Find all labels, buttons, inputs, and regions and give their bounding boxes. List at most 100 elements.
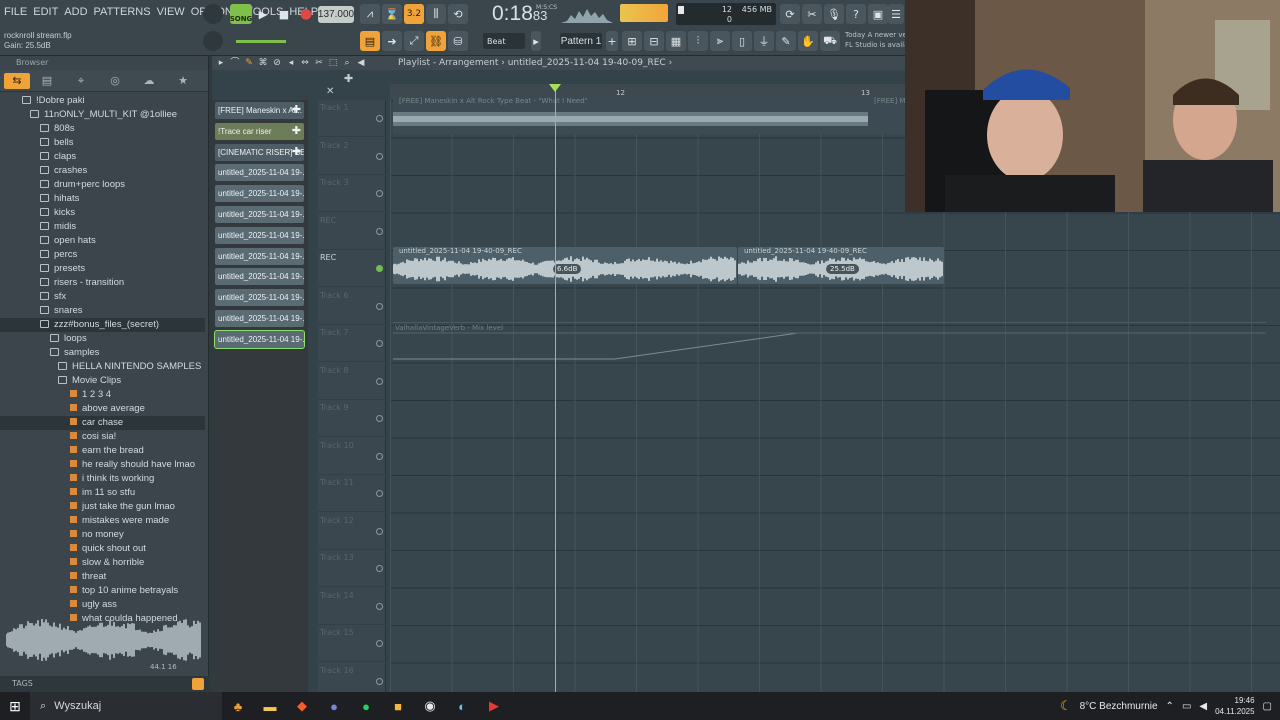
channel-rack-button[interactable]: ▦ xyxy=(666,31,686,51)
browser-file[interactable]: cosi sia! xyxy=(0,430,205,444)
play-button[interactable]: ▶ xyxy=(253,4,273,24)
edison-button[interactable]: ✎ xyxy=(776,31,796,51)
stop-button[interactable]: ■ xyxy=(274,4,294,24)
track-mute-icon[interactable] xyxy=(376,677,383,685)
pattern-item[interactable]: untitled_2025-11-04 19-... xyxy=(214,329,305,349)
pattern-item[interactable]: untitled_2025-11-04 19-... xyxy=(215,268,304,286)
pattern-item[interactable]: untitled_2025-11-04 19-... xyxy=(215,310,304,327)
step-edit-button[interactable]: 3.2 xyxy=(404,4,424,24)
pattern-item[interactable]: untitled_2025-11-04 19-... xyxy=(215,185,304,203)
track-header[interactable]: Track 9 xyxy=(318,400,386,437)
track-mute-icon[interactable] xyxy=(376,565,383,572)
browser-folder[interactable]: loops xyxy=(0,332,205,346)
track-mute-icon[interactable] xyxy=(376,302,383,310)
browser-folder[interactable]: claps xyxy=(0,150,205,164)
pattern-item[interactable]: untitled_2025-11-04 19-... xyxy=(215,289,304,307)
browser-folder[interactable]: percs xyxy=(0,248,205,262)
track-mute-icon[interactable] xyxy=(376,602,383,610)
browser-folder[interactable]: sfx xyxy=(0,290,205,304)
browser-file[interactable]: just take the gun lmao xyxy=(0,500,205,514)
pattern-item[interactable]: [FREE] Maneskin x Al... ✚ xyxy=(215,102,304,119)
stamp-button[interactable]: ⛁ xyxy=(448,31,468,51)
arrow-right-button[interactable]: ➜ xyxy=(382,31,402,51)
playlist-window-button[interactable]: ⊞ xyxy=(622,31,642,51)
menu-view[interactable]: VIEW xyxy=(157,6,185,22)
steam-icon[interactable]: ◐ xyxy=(446,692,478,720)
menu-file[interactable]: FILE xyxy=(4,6,27,22)
select-icon[interactable]: ⬚ xyxy=(328,56,338,70)
slice-icon[interactable]: ✂ xyxy=(314,56,324,70)
browser-folder[interactable]: crashes xyxy=(0,164,205,178)
browser-folder[interactable]: !Dobre paki xyxy=(0,94,205,108)
browser-folder[interactable]: snares xyxy=(0,304,205,318)
menu-edit[interactable]: EDIT xyxy=(33,6,58,22)
add-pattern-icon[interactable]: ✚ xyxy=(292,144,301,161)
taskbar-search-input[interactable]: ⌕ Wyszukaj xyxy=(30,692,222,720)
browser-all-tab[interactable]: ⇆ xyxy=(4,72,30,89)
volume-slider[interactable] xyxy=(236,40,286,43)
browser-folder[interactable]: kicks xyxy=(0,206,205,220)
wait-input-button[interactable]: ⌛ xyxy=(382,4,402,24)
pattern-selector[interactable]: Pattern 1 xyxy=(560,33,602,49)
weather-text[interactable]: 8°C Bezchmurnie xyxy=(1080,701,1158,712)
search-icon[interactable] xyxy=(192,678,204,690)
browser-file[interactable]: slow & horrible xyxy=(0,556,205,570)
browser-file[interactable]: threat xyxy=(0,570,205,584)
pattern-item[interactable]: [CINEMATIC RISER] SE... ✚ xyxy=(215,143,304,161)
browser-folder[interactable]: bells xyxy=(0,136,205,150)
pattern-add-button[interactable]: + xyxy=(606,31,618,51)
browser-folder[interactable]: presets xyxy=(0,262,205,276)
browser-file[interactable]: mistakes were made xyxy=(0,514,205,528)
master-pitch-knob[interactable] xyxy=(203,4,223,24)
master-volume-knob[interactable] xyxy=(203,31,223,51)
browser-plugins-icon[interactable]: ⌖ xyxy=(64,74,98,88)
spotify-icon[interactable]: ● xyxy=(350,692,382,720)
track-header[interactable]: Track 11 xyxy=(318,475,386,512)
track-header[interactable]: Track 15 xyxy=(318,625,386,662)
brush-icon[interactable]: ⌘ xyxy=(258,56,268,70)
discord-icon[interactable]: ● xyxy=(318,692,350,720)
track-header[interactable]: Track 7 xyxy=(318,325,386,362)
pattern-item[interactable]: !Trace car riser ✚ xyxy=(215,122,304,140)
cut-tool-button[interactable]: ⤢ xyxy=(404,31,424,51)
arrow-icon[interactable]: ▸ xyxy=(216,56,226,70)
track-header[interactable]: Track 8 xyxy=(318,363,386,400)
panel-icon[interactable]: ☰ xyxy=(888,4,904,24)
pattern-item[interactable]: untitled_2025-11-04 19-... xyxy=(215,226,304,244)
mic-icon[interactable]: 🎙 xyxy=(824,4,844,24)
app-icon[interactable]: ■ xyxy=(382,692,414,720)
slip-icon[interactable]: ⇔ xyxy=(300,56,310,70)
track-mute-icon[interactable] xyxy=(376,527,383,535)
youtube-icon[interactable]: ▶ xyxy=(478,692,510,720)
browser-folder[interactable]: open hats xyxy=(0,234,205,248)
browser-file[interactable]: quick shout out xyxy=(0,542,205,556)
browser-folder[interactable]: samples xyxy=(0,346,205,360)
playhead-marker[interactable] xyxy=(549,84,561,92)
browser-file[interactable]: no money xyxy=(0,528,205,542)
volume-icon[interactable]: ◀ xyxy=(1199,701,1207,712)
browser-cloud-icon[interactable]: ☁ xyxy=(132,74,166,87)
blend-notes-button[interactable]: ⫼ xyxy=(426,4,446,24)
browser-star-icon[interactable]: ★ xyxy=(166,74,200,87)
news-panel[interactable]: Today A newer ve FL Studio is availa xyxy=(845,30,905,50)
browser-file[interactable]: earn the bread xyxy=(0,444,205,458)
browser-file[interactable]: he really should have lmao xyxy=(0,458,205,472)
audio-clip-beat-2[interactable]: [FREE] Ma xyxy=(868,97,905,134)
pattern-item[interactable]: untitled_2025-11-04 19-... xyxy=(215,206,304,223)
brave-browser-icon[interactable]: ◆ xyxy=(286,692,318,720)
browser-file[interactable]: above average xyxy=(0,402,205,416)
plugin-picker-button[interactable]: ▯ xyxy=(732,31,752,51)
playlist-snap-button[interactable]: ▤ xyxy=(360,31,380,51)
add-pattern-icon[interactable]: ✚ xyxy=(292,123,301,140)
track-mute-icon[interactable] xyxy=(376,640,383,647)
track-header[interactable]: REC xyxy=(318,213,386,250)
browser-file[interactable]: car chase xyxy=(0,416,205,430)
speaker-icon[interactable]: ◀ xyxy=(356,56,366,70)
pattern-prev-button[interactable]: ▸ xyxy=(531,31,541,51)
browser-folder[interactable]: 808s xyxy=(0,122,205,136)
track-mute-icon[interactable] xyxy=(376,490,383,497)
magnet-icon[interactable]: ⌒ xyxy=(230,56,240,70)
cart-button[interactable]: ⛟ xyxy=(820,31,840,51)
browser-folder[interactable]: drum+perc loops xyxy=(0,178,205,192)
add-track-icon[interactable]: ✚ xyxy=(344,72,353,85)
